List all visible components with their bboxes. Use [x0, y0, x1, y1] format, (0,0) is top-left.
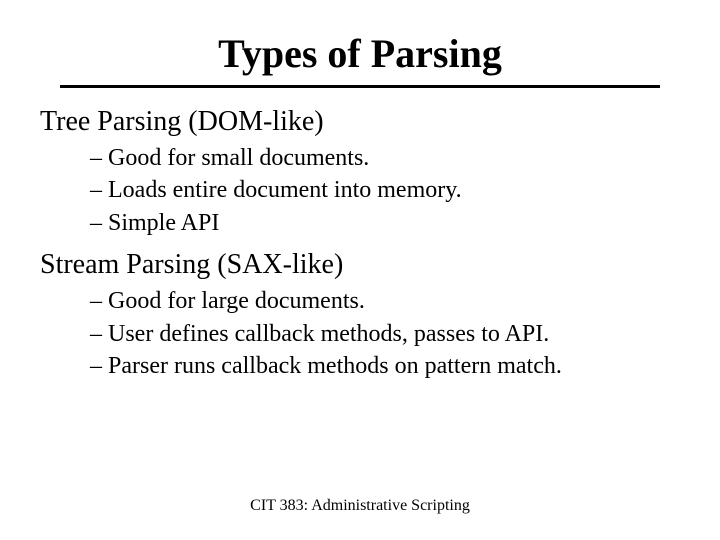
section-stream-parsing: Stream Parsing (SAX-like) – Good for lar… [60, 249, 660, 382]
bullet-item: – Loads entire document into memory. [90, 174, 660, 206]
section-heading: Stream Parsing (SAX-like) [40, 249, 660, 281]
slide-title: Types of Parsing [60, 30, 660, 88]
bullet-item: – User defines callback methods, passes … [90, 318, 660, 350]
section-tree-parsing: Tree Parsing (DOM-like) – Good for small… [60, 106, 660, 239]
bullet-item: – Good for small documents. [90, 142, 660, 174]
section-heading: Tree Parsing (DOM-like) [40, 106, 660, 138]
bullet-list: – Good for small documents. – Loads enti… [90, 142, 660, 239]
bullet-item: – Parser runs callback methods on patter… [90, 350, 660, 382]
bullet-item: – Simple API [90, 207, 660, 239]
slide-footer: CIT 383: Administrative Scripting [0, 497, 720, 515]
bullet-list: – Good for large documents. – User defin… [90, 285, 660, 382]
bullet-item: – Good for large documents. [90, 285, 660, 317]
